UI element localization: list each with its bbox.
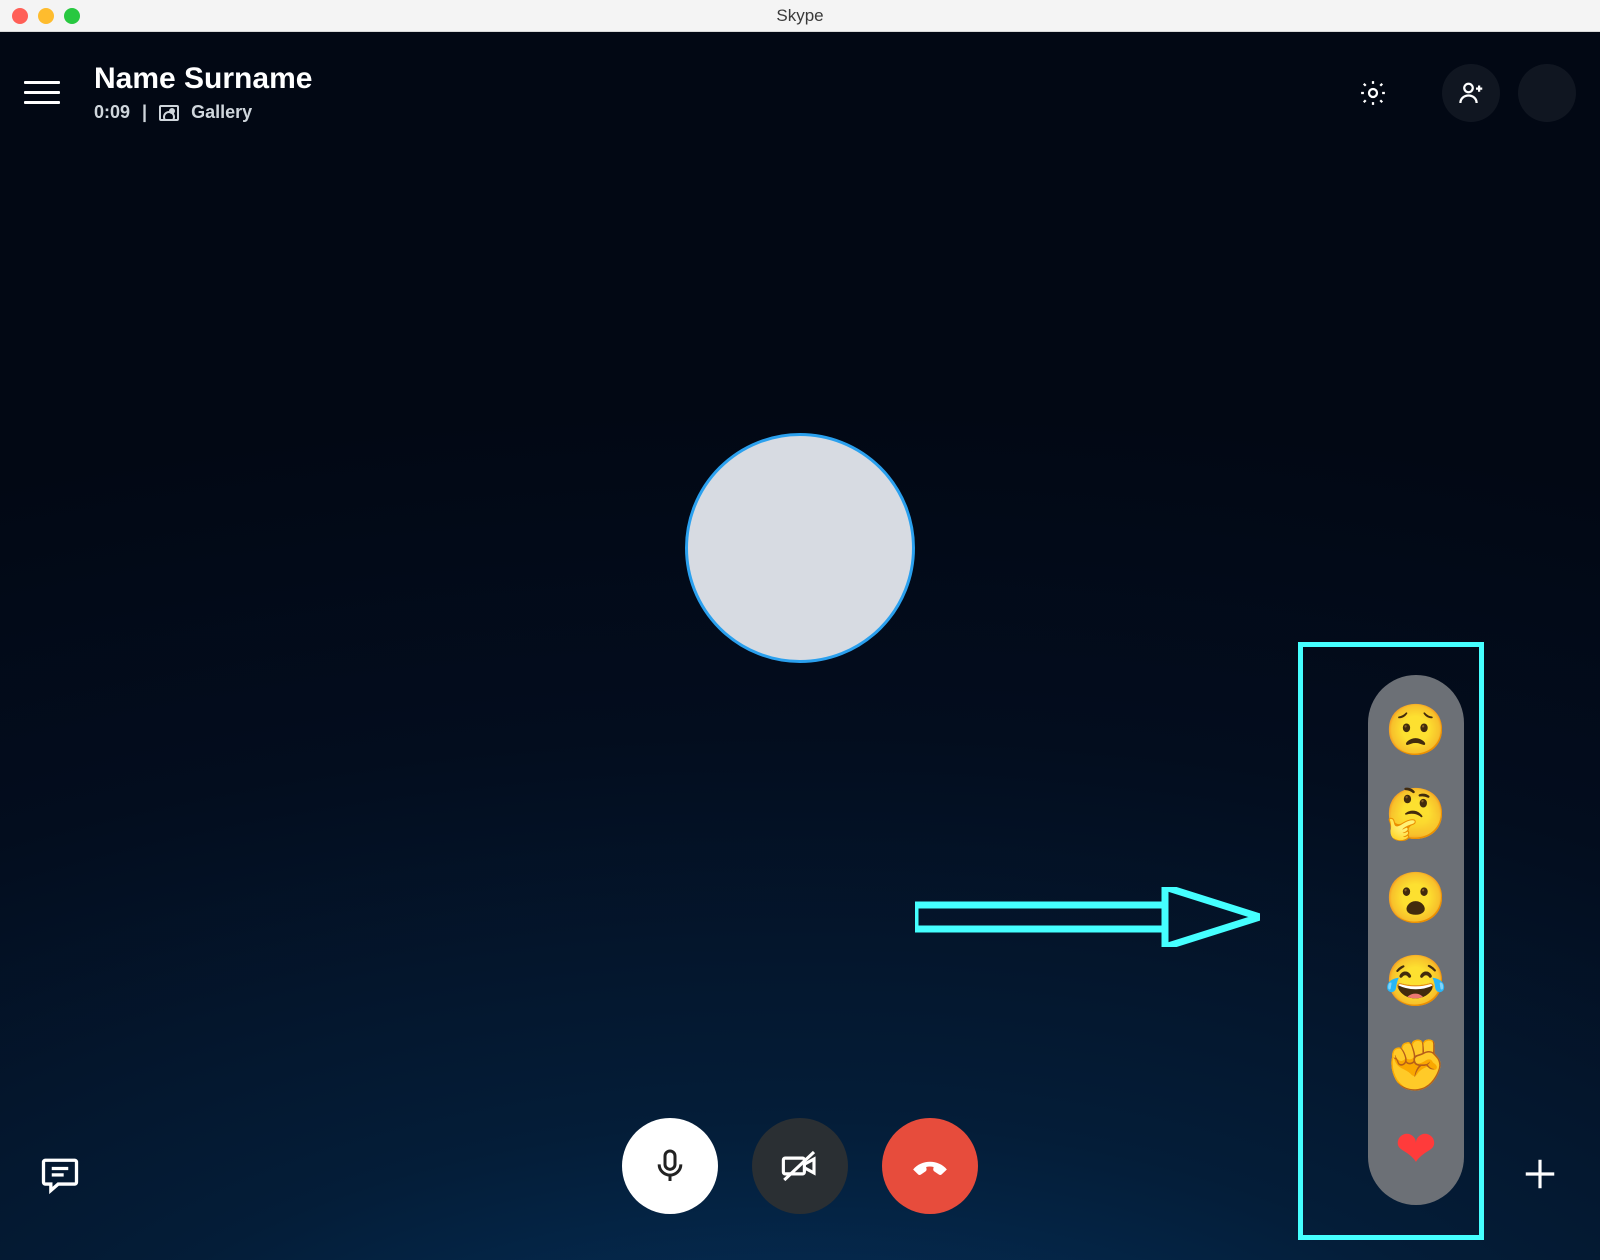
hangup-icon [907, 1143, 953, 1189]
separator: | [142, 102, 147, 123]
call-info: Name Surname 0:09 | Gallery [94, 62, 312, 123]
gallery-view-icon [159, 105, 179, 121]
surprised-reaction[interactable]: 😮 [1383, 865, 1449, 931]
mic-button[interactable] [622, 1118, 718, 1214]
participant-avatar [685, 433, 915, 663]
call-controls [0, 1118, 1600, 1214]
laugh-reaction[interactable]: 😂 [1383, 949, 1449, 1015]
call-header: Name Surname 0:09 | Gallery [24, 62, 1576, 123]
menu-button[interactable] [24, 75, 60, 111]
more-actions-button[interactable] [1510, 1144, 1570, 1204]
settings-button[interactable] [1344, 64, 1402, 122]
camera-off-button[interactable] [752, 1118, 848, 1214]
microphone-icon [650, 1146, 690, 1186]
call-view: Name Surname 0:09 | Gallery [0, 32, 1600, 1260]
fist-reaction[interactable]: ✊ [1383, 1032, 1449, 1098]
chat-icon [38, 1152, 82, 1196]
call-duration: 0:09 [94, 102, 130, 123]
add-participant-button[interactable] [1442, 64, 1500, 122]
camera-off-icon [779, 1145, 821, 1187]
chat-button[interactable] [30, 1144, 90, 1204]
annotation-arrow-icon [915, 887, 1260, 947]
mac-titlebar: Skype [0, 0, 1600, 32]
window-title: Skype [0, 6, 1600, 26]
view-mode-label[interactable]: Gallery [191, 102, 252, 123]
sad-reaction[interactable]: 😟 [1383, 698, 1449, 764]
gear-icon [1358, 78, 1388, 108]
contact-name: Name Surname [94, 62, 312, 96]
end-call-button[interactable] [882, 1118, 978, 1214]
thinking-reaction[interactable]: 🤔 [1383, 781, 1449, 847]
call-subline: 0:09 | Gallery [94, 102, 312, 123]
plus-icon [1521, 1155, 1559, 1193]
add-person-icon [1456, 78, 1486, 108]
self-preview[interactable] [1518, 64, 1576, 122]
skype-window: Skype Name Surname 0:09 | Gallery [0, 0, 1600, 1260]
